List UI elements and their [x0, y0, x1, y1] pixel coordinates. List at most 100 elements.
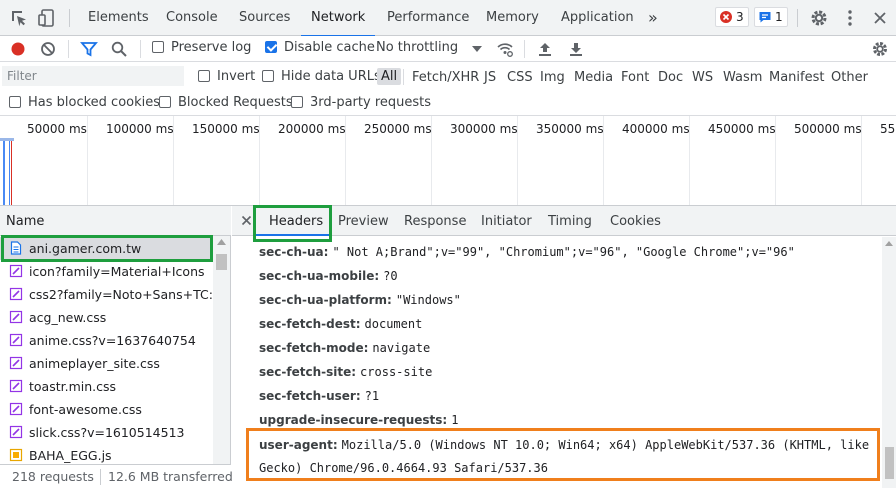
tab-cookies[interactable]: Cookies — [610, 214, 661, 229]
request-row[interactable]: BAHA_EGG.js — [0, 444, 213, 464]
network-settings-gear-icon[interactable] — [871, 40, 889, 58]
search-icon[interactable] — [110, 40, 128, 58]
detail-scroll-thumb[interactable] — [885, 447, 894, 479]
request-row[interactable]: acg_new.css — [0, 306, 213, 329]
stylesheet-file-icon — [9, 379, 23, 393]
header-value: Gecko) Chrome/96.0.4664.93 Safari/537.36 — [259, 461, 548, 475]
invert-checkbox[interactable] — [198, 70, 210, 82]
settings-gear-icon[interactable] — [809, 8, 829, 28]
chevron-down-icon[interactable] — [468, 40, 486, 58]
preserve-log-checkbox[interactable] — [152, 41, 164, 53]
clear-icon[interactable] — [39, 40, 57, 58]
request-row[interactable]: icon?family=Material+Icons — [0, 260, 213, 283]
tab-headers[interactable]: Headers — [269, 214, 323, 229]
type-filter-wasm[interactable]: Wasm — [723, 70, 762, 85]
name-column-header[interactable]: Name — [0, 206, 231, 236]
stylesheet-file-icon — [9, 287, 23, 301]
record-icon[interactable] — [9, 40, 27, 58]
type-filter-doc[interactable]: Doc — [658, 70, 683, 85]
close-detail-icon[interactable] — [241, 215, 252, 226]
type-filter-manifest[interactable]: Manifest — [769, 70, 824, 85]
export-har-download-icon[interactable] — [567, 40, 585, 58]
hide-data-urls-label[interactable]: Hide data URLs — [281, 69, 381, 84]
tab-performance[interactable]: Performance — [387, 0, 469, 36]
inspect-element-icon[interactable] — [9, 8, 29, 28]
tab-preview[interactable]: Preview — [338, 214, 389, 229]
third-party-requests-label[interactable]: 3rd-party requests — [310, 95, 431, 110]
type-filter-font[interactable]: Font — [621, 70, 649, 85]
scroll-up-arrow-icon[interactable] — [217, 239, 226, 245]
summary-separator — [100, 469, 101, 485]
import-har-upload-icon[interactable] — [536, 40, 554, 58]
header-value: " Not A;Brand";v="99", "Chromium";v="96"… — [332, 245, 795, 259]
request-list-scrollbar[interactable] — [213, 236, 230, 465]
tab-elements[interactable]: Elements — [88, 0, 149, 36]
timeline-tick-label: 300000 ms — [450, 122, 518, 136]
tab-memory[interactable]: Memory — [486, 0, 539, 36]
filter-input[interactable] — [2, 66, 184, 86]
request-row[interactable]: toastr.min.css — [0, 375, 213, 398]
tab-timing[interactable]: Timing — [548, 214, 592, 229]
messages-badge[interactable]: 1 — [754, 7, 788, 27]
request-list-scroll-thumb[interactable] — [216, 254, 227, 270]
detail-scrollbar[interactable] — [882, 237, 896, 488]
throttling-select[interactable]: No throttling — [376, 40, 458, 55]
toolbar-separator — [524, 40, 525, 58]
tab-console[interactable]: Console — [166, 0, 218, 36]
tab-network[interactable]: Network — [300, 0, 376, 37]
filter-funnel-icon[interactable] — [80, 40, 98, 58]
header-row-sec-ch-ua: sec-ch-ua: " Not A;Brand";v="99", "Chromi… — [259, 245, 795, 259]
timeline-tick-label: 55 — [880, 122, 896, 136]
type-filter-other[interactable]: Other — [831, 70, 868, 85]
header-key: sec-fetch-site: — [259, 365, 357, 379]
disable-cache-checkbox[interactable] — [265, 41, 277, 53]
network-panel-body: Name ani.gamer.com.tw icon?family=Materi… — [0, 206, 896, 488]
request-row[interactable]: anime.css?v=1637640754 — [0, 329, 213, 352]
request-row[interactable]: font-awesome.css — [0, 398, 213, 421]
header-value: ?0 — [383, 269, 398, 283]
device-toolbar-icon[interactable] — [37, 8, 57, 28]
timeline-overview[interactable]: 50000 ms 100000 ms 150000 ms 200000 ms 2… — [0, 116, 896, 206]
has-blocked-cookies-label[interactable]: Has blocked cookies — [28, 95, 160, 110]
name-column-label: Name — [6, 214, 45, 229]
header-value: "Windows" — [395, 293, 461, 307]
active-tab-indicator — [256, 234, 330, 236]
header-row-sec-fetch-mode: sec-fetch-mode: navigate — [259, 341, 430, 355]
tab-sources[interactable]: Sources — [239, 0, 290, 36]
close-devtools-icon[interactable] — [870, 8, 890, 28]
tab-initiator[interactable]: Initiator — [481, 214, 532, 229]
header-key: user-agent: — [259, 438, 338, 452]
type-filter-all[interactable]: All — [377, 68, 402, 85]
detail-tab-bar: Headers Preview Response Initiator Timin… — [232, 206, 896, 236]
type-filter-media[interactable]: Media — [574, 70, 613, 85]
type-filter-ws[interactable]: WS — [692, 70, 713, 85]
invert-label[interactable]: Invert — [217, 69, 255, 84]
timeline-tick-label: 250000 ms — [364, 122, 432, 136]
errors-badge[interactable]: 3 — [715, 7, 749, 27]
tab-application[interactable]: Application — [561, 0, 634, 36]
type-filter-css[interactable]: CSS — [507, 70, 533, 85]
more-options-icon[interactable] — [840, 8, 860, 28]
scroll-up-arrow-icon[interactable] — [885, 241, 893, 246]
request-row[interactable]: animeplayer_site.css — [0, 352, 213, 375]
preserve-log-label[interactable]: Preserve log — [171, 40, 251, 55]
blocked-requests-checkbox[interactable] — [159, 96, 171, 108]
request-name: BAHA_EGG.js — [29, 448, 112, 463]
more-tabs-chevron-icon[interactable]: » — [648, 0, 658, 36]
tab-response[interactable]: Response — [404, 214, 466, 229]
filter-bar: Invert Hide data URLs All Fetch/XHR JS C… — [0, 62, 896, 90]
network-conditions-wifi-icon[interactable] — [496, 40, 514, 58]
type-filter-js[interactable]: JS — [484, 70, 496, 85]
request-row-ani-gamer[interactable]: ani.gamer.com.tw — [0, 237, 213, 260]
third-party-requests-checkbox[interactable] — [291, 96, 303, 108]
type-filter-fetch-xhr[interactable]: Fetch/XHR — [412, 70, 479, 85]
has-blocked-cookies-checkbox[interactable] — [9, 96, 21, 108]
request-row[interactable]: slick.css?v=1610514513 — [0, 421, 213, 444]
request-row[interactable]: css2?family=Noto+Sans+TC:wg — [0, 283, 213, 306]
hide-data-urls-checkbox[interactable] — [262, 70, 274, 82]
type-filter-img[interactable]: Img — [540, 70, 565, 85]
request-name: toastr.min.css — [29, 379, 117, 394]
timeline-request-bar — [3, 140, 5, 205]
blocked-requests-label[interactable]: Blocked Requests — [178, 95, 293, 110]
disable-cache-label[interactable]: Disable cache — [284, 40, 375, 55]
